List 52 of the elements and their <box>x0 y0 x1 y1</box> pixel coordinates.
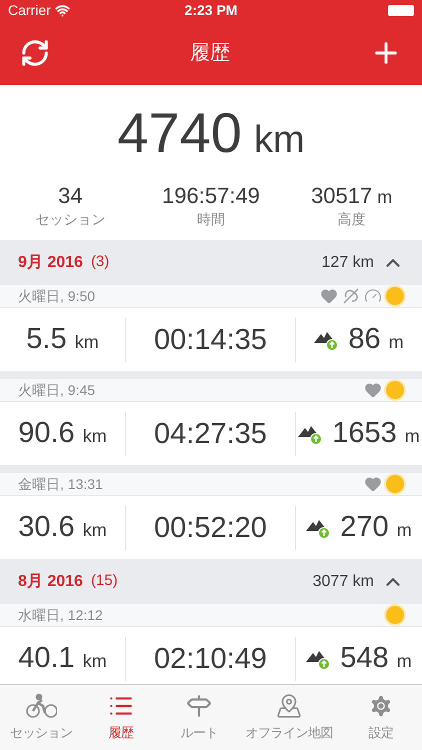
signpost-icon <box>186 692 212 719</box>
month-title: 8月 2016 <box>18 572 83 592</box>
session-ascent: 86 m <box>348 322 404 357</box>
sun-icon <box>386 287 404 305</box>
session-card[interactable]: 火曜日, 9:45 90.6 km 04:27:35 1653 m <box>0 379 422 465</box>
clock: 2:23 PM <box>184 0 238 20</box>
heart-icon <box>364 475 382 493</box>
sun-icon <box>386 475 404 493</box>
session-distance: 40.1 km <box>18 640 107 676</box>
route-icon <box>342 287 360 305</box>
session-distance: 30.6 km <box>18 510 107 545</box>
tab-item[interactable]: 履歴 <box>82 685 160 750</box>
heart-icon <box>364 381 382 399</box>
map-pin-icon <box>276 692 302 719</box>
session-card[interactable]: 火曜日, 9:50 5.5 km 00:14:35 86 m <box>0 285 422 371</box>
session-duration: 00:14:35 <box>125 318 296 362</box>
wifi-icon <box>54 2 70 18</box>
gauge-icon <box>364 287 382 305</box>
month-title: 9月 2016 <box>18 252 83 272</box>
sun-icon <box>386 606 404 624</box>
stat-label: セッション <box>35 210 106 229</box>
nav-title: 履歴 <box>190 40 230 66</box>
session-card[interactable]: 金曜日, 13:31 30.6 km 00:52:20 270 m <box>0 473 422 559</box>
sun-icon <box>386 381 404 399</box>
cyclist-icon <box>25 692 57 719</box>
session-distance: 5.5 km <box>26 322 99 357</box>
battery-icon <box>388 4 414 16</box>
total-distance: 4740 km <box>117 105 305 161</box>
session-duration: 02:10:49 <box>125 636 296 680</box>
month-distance: 127 km <box>322 252 374 272</box>
month-distance: 3077 km <box>312 572 374 592</box>
stat-value: 30517 m <box>311 182 392 209</box>
stat-label: 時間 <box>196 210 225 229</box>
session-ascent: 548 m <box>340 640 412 676</box>
stat-value: 196:57:49 <box>162 182 260 209</box>
month-count: (15) <box>90 571 118 592</box>
session-day: 火曜日, 9:45 <box>18 380 96 400</box>
session-ascent: 1653 m <box>332 416 420 451</box>
session-distance: 90.6 km <box>18 416 107 451</box>
carrier-label: Carrier <box>8 0 51 20</box>
month-count: (3) <box>90 252 110 272</box>
session-day: 水曜日, 12:12 <box>18 604 103 626</box>
session-ascent: 270 m <box>340 510 412 545</box>
session-card[interactable]: 水曜日, 12:12 40.1 km 02:10:49 548 m <box>0 604 422 684</box>
stat-label: 高度 <box>338 210 366 229</box>
session-day: 金曜日, 13:31 <box>18 474 103 494</box>
session-duration: 04:27:35 <box>125 412 296 456</box>
stat-value: 34 <box>58 182 83 209</box>
session-day: 火曜日, 9:50 <box>18 286 96 306</box>
session-duration: 00:52:20 <box>125 506 296 550</box>
refresh-button[interactable] <box>20 38 50 68</box>
heart-icon <box>320 287 338 305</box>
